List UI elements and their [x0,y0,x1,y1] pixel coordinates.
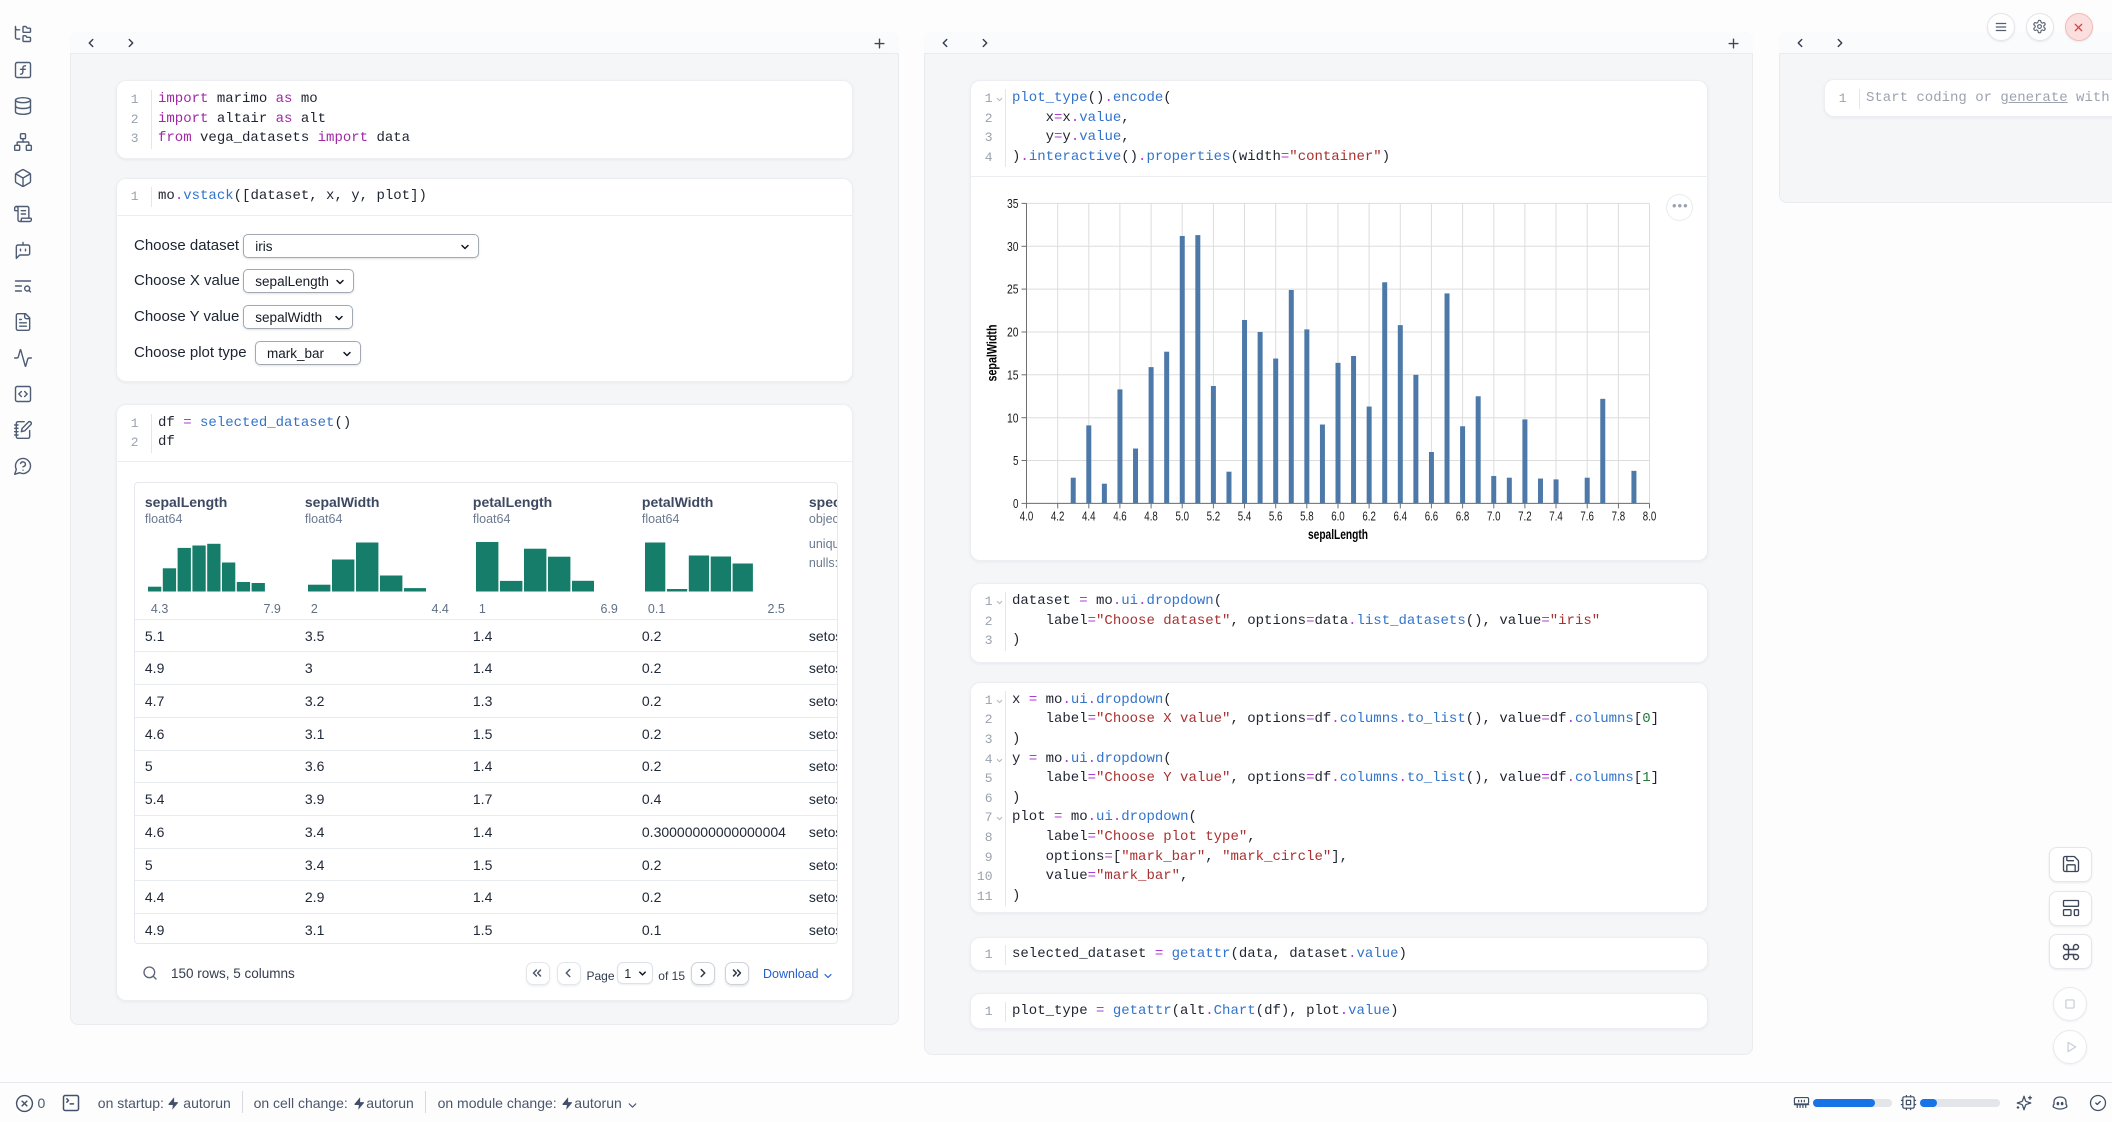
svg-text:6.6: 6.6 [1424,508,1438,523]
svg-text:7.2: 7.2 [1518,508,1532,523]
svg-text:20: 20 [1007,324,1019,339]
svg-text:6.8: 6.8 [1455,508,1469,523]
svg-text:5: 5 [1013,453,1019,468]
svg-text:6.2: 6.2 [1362,508,1376,523]
svg-text:7.4: 7.4 [1549,508,1563,523]
svg-text:25: 25 [1007,282,1019,297]
svg-text:0: 0 [1013,496,1019,511]
svg-text:5.2: 5.2 [1206,508,1220,523]
svg-text:6.0: 6.0 [1331,508,1345,523]
svg-text:6.4: 6.4 [1393,508,1407,523]
svg-text:5.4: 5.4 [1237,508,1251,523]
svg-text:4.4: 4.4 [1082,508,1096,523]
svg-text:4.6: 4.6 [1113,508,1127,523]
svg-text:7.8: 7.8 [1611,508,1625,523]
svg-text:15: 15 [1007,367,1019,382]
svg-text:4.0: 4.0 [1019,508,1033,523]
svg-text:10: 10 [1007,410,1019,425]
svg-text:4.2: 4.2 [1050,508,1064,523]
svg-text:5.8: 5.8 [1300,508,1314,523]
svg-text:5.6: 5.6 [1268,508,1282,523]
svg-text:sepalWidth: sepalWidth [984,324,999,381]
svg-text:sepalLength: sepalLength [1308,527,1368,542]
svg-text:5.0: 5.0 [1175,508,1189,523]
svg-text:4.8: 4.8 [1144,508,1158,523]
svg-text:8.0: 8.0 [1642,508,1656,523]
svg-text:35: 35 [1007,196,1019,211]
svg-text:7.0: 7.0 [1487,508,1501,523]
svg-text:7.6: 7.6 [1580,508,1594,523]
svg-text:30: 30 [1007,239,1019,254]
